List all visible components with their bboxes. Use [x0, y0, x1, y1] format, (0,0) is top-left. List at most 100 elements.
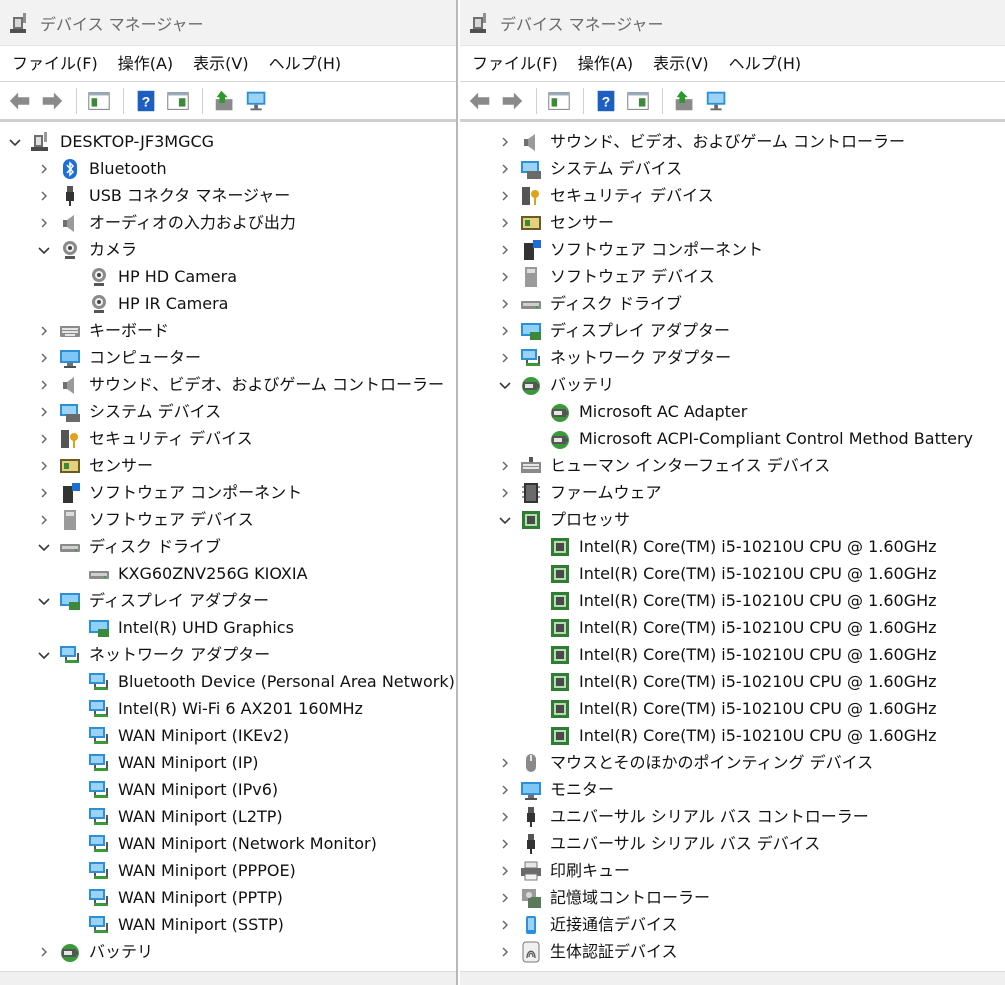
- tree-category-item[interactable]: 近接通信デバイス: [460, 911, 1005, 938]
- horizontal-scrollbar[interactable]: [0, 971, 456, 985]
- chevron-right-icon[interactable]: [498, 756, 512, 770]
- tree-category-item[interactable]: USB コネクタ マネージャー: [0, 182, 456, 209]
- tree-category-item[interactable]: センサー: [460, 209, 1005, 236]
- forward-arrow-icon[interactable]: [498, 87, 526, 115]
- chevron-right-icon[interactable]: [498, 324, 512, 338]
- chevron-right-icon[interactable]: [37, 432, 51, 446]
- chevron-right-icon[interactable]: [498, 216, 512, 230]
- device-tree[interactable]: DESKTOP-JF3MGCG Bluetooth USB コネクタ マネージャーオ…: [0, 128, 456, 971]
- tree-device-item[interactable]: HP IR Camera: [0, 290, 456, 317]
- tree-device-item[interactable]: WAN Miniport (L2TP): [0, 803, 456, 830]
- tree-category-item[interactable]: ディスク ドライブ: [460, 290, 1005, 317]
- tree-category-item[interactable]: システム デバイス: [460, 155, 1005, 182]
- chevron-right-icon[interactable]: [37, 513, 51, 527]
- chevron-down-icon[interactable]: [498, 378, 512, 392]
- tree-category-item[interactable]: ソフトウェア コンポーネント: [0, 479, 456, 506]
- tree-category-item[interactable]: センサー: [0, 452, 456, 479]
- tree-category-item[interactable]: ネットワーク アダプター: [0, 641, 456, 668]
- tree-category-item[interactable]: サウンド、ビデオ、およびゲーム コントローラー: [0, 371, 456, 398]
- chevron-down-icon[interactable]: [498, 513, 512, 527]
- tree-device-item[interactable]: Microsoft AC Adapter: [460, 398, 1005, 425]
- chevron-right-icon[interactable]: [37, 162, 51, 176]
- tree-category-item[interactable]: ディスプレイ アダプター: [460, 317, 1005, 344]
- tree-device-item[interactable]: Intel(R) Core(TM) i5-10210U CPU @ 1.60GH…: [460, 533, 1005, 560]
- show-hide-console-tree-icon[interactable]: [85, 87, 113, 115]
- tree-device-item[interactable]: Intel(R) Core(TM) i5-10210U CPU @ 1.60GH…: [460, 614, 1005, 641]
- chevron-right-icon[interactable]: [498, 189, 512, 203]
- chevron-right-icon[interactable]: [498, 810, 512, 824]
- tree-device-item[interactable]: Intel(R) Core(TM) i5-10210U CPU @ 1.60GH…: [460, 722, 1005, 749]
- scan-hardware-icon[interactable]: [703, 87, 731, 115]
- tree-device-item[interactable]: Intel(R) Wi-Fi 6 AX201 160MHz: [0, 695, 456, 722]
- back-arrow-icon[interactable]: [6, 87, 34, 115]
- chevron-right-icon[interactable]: [37, 486, 51, 500]
- tree-category-item[interactable]: サウンド、ビデオ、およびゲーム コントローラー: [460, 128, 1005, 155]
- menu-help[interactable]: ヘルプ(H): [719, 46, 812, 82]
- tree-category-item[interactable]: Bluetooth: [0, 155, 456, 182]
- chevron-right-icon[interactable]: [498, 162, 512, 176]
- tree-category-item[interactable]: ユニバーサル シリアル バス デバイス: [460, 830, 1005, 857]
- chevron-right-icon[interactable]: [498, 459, 512, 473]
- show-hide-console-tree-icon[interactable]: [545, 87, 573, 115]
- scan-hardware-icon[interactable]: [243, 87, 271, 115]
- update-driver-icon[interactable]: [211, 87, 239, 115]
- forward-arrow-icon[interactable]: [38, 87, 66, 115]
- chevron-right-icon[interactable]: [37, 351, 51, 365]
- menu-view[interactable]: 表示(V): [643, 46, 718, 82]
- menu-help[interactable]: ヘルプ(H): [259, 46, 352, 82]
- horizontal-scrollbar[interactable]: [460, 971, 1005, 985]
- tree-device-item[interactable]: Intel(R) Core(TM) i5-10210U CPU @ 1.60GH…: [460, 668, 1005, 695]
- chevron-right-icon[interactable]: [37, 405, 51, 419]
- tree-category-item[interactable]: ネットワーク アダプター: [460, 344, 1005, 371]
- tree-device-item[interactable]: Intel(R) Core(TM) i5-10210U CPU @ 1.60GH…: [460, 587, 1005, 614]
- chevron-down-icon[interactable]: [37, 540, 51, 554]
- tree-category-item[interactable]: セキュリティ デバイス: [460, 182, 1005, 209]
- tree-category-item[interactable]: オーディオの入力および出力: [0, 209, 456, 236]
- chevron-right-icon[interactable]: [37, 189, 51, 203]
- tree-device-item[interactable]: Intel(R) Core(TM) i5-10210U CPU @ 1.60GH…: [460, 560, 1005, 587]
- tree-category-item[interactable]: ファームウェア: [460, 479, 1005, 506]
- menu-action[interactable]: 操作(A): [568, 46, 643, 82]
- tree-category-item[interactable]: ディスク ドライブ: [0, 533, 456, 560]
- tree-category-item[interactable]: 記憶域コントローラー: [460, 884, 1005, 911]
- tree-category-item[interactable]: カメラ: [0, 236, 456, 263]
- chevron-right-icon[interactable]: [498, 891, 512, 905]
- chevron-down-icon[interactable]: [8, 135, 22, 149]
- chevron-right-icon[interactable]: [498, 243, 512, 257]
- tree-device-item[interactable]: WAN Miniport (IPv6): [0, 776, 456, 803]
- help-icon[interactable]: ?: [592, 87, 620, 115]
- tree-category-item[interactable]: キーボード: [0, 317, 456, 344]
- tree-category-item[interactable]: バッテリ: [0, 938, 456, 965]
- tree-category-item[interactable]: ソフトウェア デバイス: [460, 263, 1005, 290]
- chevron-right-icon[interactable]: [37, 378, 51, 392]
- chevron-right-icon[interactable]: [37, 216, 51, 230]
- chevron-down-icon[interactable]: [37, 648, 51, 662]
- chevron-right-icon[interactable]: [498, 351, 512, 365]
- tree-device-item[interactable]: Intel(R) Core(TM) i5-10210U CPU @ 1.60GH…: [460, 641, 1005, 668]
- tree-device-item[interactable]: WAN Miniport (PPPOE): [0, 857, 456, 884]
- tree-category-item[interactable]: ヒューマン インターフェイス デバイス: [460, 452, 1005, 479]
- update-driver-icon[interactable]: [671, 87, 699, 115]
- tree-category-item[interactable]: セキュリティ デバイス: [0, 425, 456, 452]
- tree-device-item[interactable]: WAN Miniport (SSTP): [0, 911, 456, 938]
- chevron-right-icon[interactable]: [498, 135, 512, 149]
- help-icon[interactable]: ?: [132, 87, 160, 115]
- menu-view[interactable]: 表示(V): [183, 46, 258, 82]
- chevron-right-icon[interactable]: [37, 459, 51, 473]
- tree-device-item[interactable]: WAN Miniport (Network Monitor): [0, 830, 456, 857]
- tree-category-item[interactable]: ソフトウェア コンポーネント: [460, 236, 1005, 263]
- properties-icon[interactable]: [624, 87, 652, 115]
- chevron-down-icon[interactable]: [37, 594, 51, 608]
- tree-category-item[interactable]: マウスとそのほかのポインティング デバイス: [460, 749, 1005, 776]
- back-arrow-icon[interactable]: [466, 87, 494, 115]
- tree-device-item[interactable]: Microsoft ACPI-Compliant Control Method …: [460, 425, 1005, 452]
- menu-file[interactable]: ファイル(F): [462, 46, 568, 82]
- properties-icon[interactable]: [164, 87, 192, 115]
- tree-category-item[interactable]: ユニバーサル シリアル バス コントローラー: [460, 803, 1005, 830]
- tree-device-item[interactable]: Intel(R) Core(TM) i5-10210U CPU @ 1.60GH…: [460, 695, 1005, 722]
- chevron-right-icon[interactable]: [498, 837, 512, 851]
- menu-action[interactable]: 操作(A): [108, 46, 183, 82]
- tree-category-item[interactable]: モニター: [460, 776, 1005, 803]
- chevron-right-icon[interactable]: [498, 270, 512, 284]
- chevron-down-icon[interactable]: [37, 243, 51, 257]
